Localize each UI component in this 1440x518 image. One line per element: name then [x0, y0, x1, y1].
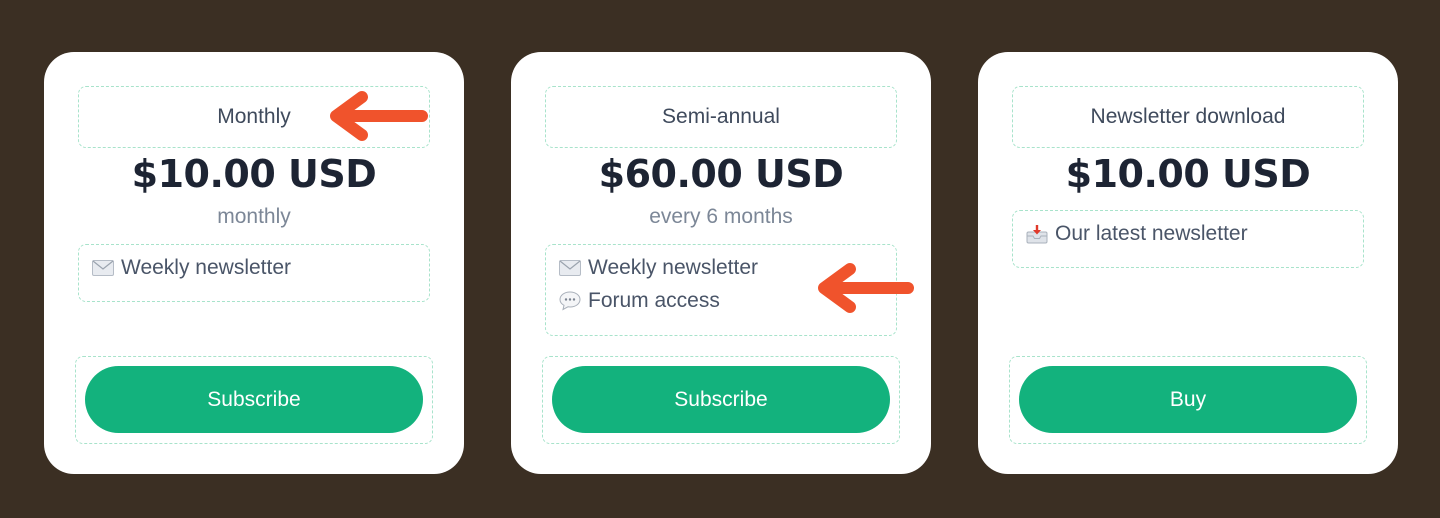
envelope-icon [91, 256, 115, 280]
plan-period: monthly [217, 205, 291, 228]
annotation-arrow-icon [818, 263, 914, 313]
envelope-icon [558, 256, 582, 280]
plan-price: $10.00 USD [131, 152, 377, 196]
plan-card-newsletter-download: Newsletter download $10.00 USD Our lates… [978, 52, 1398, 474]
buy-button[interactable]: Buy [1019, 366, 1357, 433]
subscribe-button[interactable]: Subscribe [85, 366, 423, 433]
feature-label: Weekly newsletter [121, 255, 292, 279]
button-container: Subscribe [75, 356, 433, 444]
feature-label: Weekly newsletter [588, 255, 759, 279]
plan-name: Semi-annual [545, 86, 897, 148]
subscribe-button[interactable]: Subscribe [552, 366, 890, 433]
plan-name: Newsletter download [1012, 86, 1364, 148]
button-container: Subscribe [542, 356, 900, 444]
speech-bubble-icon [558, 289, 582, 313]
feature-label: Forum access [588, 288, 720, 312]
plan-price: $60.00 USD [598, 152, 844, 196]
annotation-arrow-icon [330, 91, 428, 141]
inbox-tray-icon [1025, 222, 1049, 246]
feature-label: Our latest newsletter [1055, 221, 1248, 245]
plan-period: every 6 months [649, 205, 793, 228]
feature-item: Weekly newsletter [91, 251, 417, 284]
feature-item: Our latest newsletter [1025, 217, 1351, 250]
plan-price: $10.00 USD [1065, 152, 1311, 196]
button-container: Buy [1009, 356, 1367, 444]
feature-list: Our latest newsletter [1012, 210, 1364, 268]
feature-list: Weekly newsletter [78, 244, 430, 302]
